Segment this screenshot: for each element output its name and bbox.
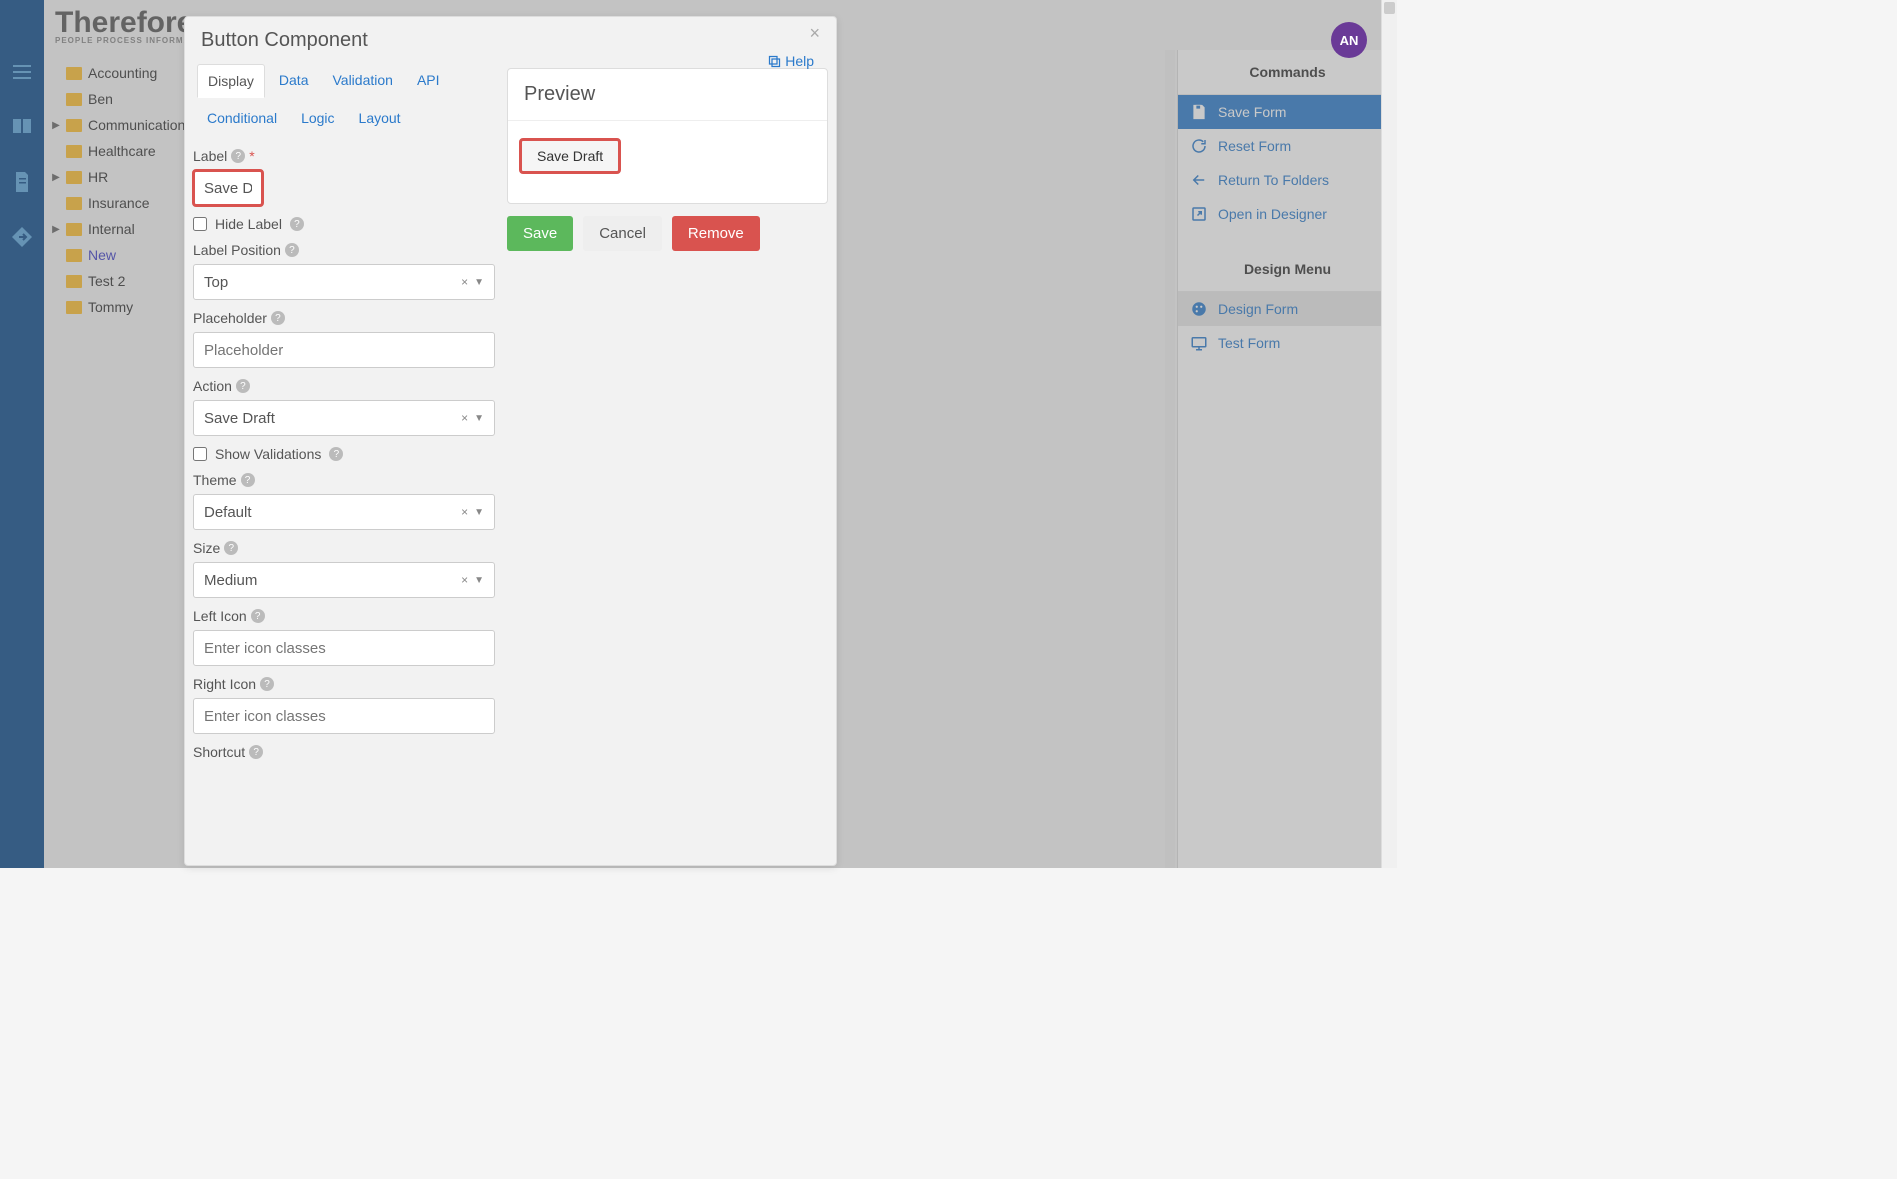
avatar-initials: AN [1340,33,1359,48]
select-value: Top [204,274,228,291]
help-icon[interactable]: ? [231,149,245,163]
hide-label-input[interactable] [193,217,207,231]
tab-data[interactable]: Data [269,64,319,98]
modal-header: Button Component × [185,17,836,60]
help-icon[interactable]: ? [271,311,285,325]
help-icon[interactable]: ? [236,379,250,393]
right-icon-label: Right Icon [193,676,256,692]
preview-title: Preview [508,69,827,121]
clear-icon[interactable]: × [461,411,468,425]
chevron-down-icon[interactable]: ▼ [474,413,484,424]
select-value: Default [204,504,252,521]
tab-conditional[interactable]: Conditional [197,102,287,134]
help-icon [767,54,782,69]
preview-panel: Preview Save Draft [507,68,828,204]
action-label: Action [193,378,232,394]
close-icon[interactable]: × [809,23,820,44]
chevron-down-icon[interactable]: ▼ [474,277,484,288]
help-link[interactable]: Help [767,53,814,69]
tab-validation[interactable]: Validation [322,64,402,98]
select-value: Save Draft [204,410,275,427]
tab-display[interactable]: Display [197,64,265,98]
chevron-down-icon[interactable]: ▼ [474,507,484,518]
tab-logic[interactable]: Logic [291,102,344,134]
scrollbar-thumb[interactable] [1384,2,1395,14]
tab-layout[interactable]: Layout [349,102,411,134]
help-icon[interactable]: ? [251,609,265,623]
help-icon[interactable]: ? [285,243,299,257]
label-input[interactable] [193,170,263,206]
left-icon-label: Left Icon [193,608,247,624]
placeholder-input[interactable] [193,332,495,368]
label-field-label: Label [193,148,227,164]
cancel-button[interactable]: Cancel [583,216,662,251]
tab-api[interactable]: API [407,64,450,98]
help-icon[interactable]: ? [241,473,255,487]
modal-title: Button Component [201,29,368,52]
avatar[interactable]: AN [1331,22,1367,58]
button-component-modal: Button Component × Help Display Data Val… [184,16,837,866]
action-select[interactable]: Save Draft × ▼ [193,400,495,436]
clear-icon[interactable]: × [461,275,468,289]
label-position-select[interactable]: Top × ▼ [193,264,495,300]
show-validations-label: Show Validations [215,446,321,462]
hide-label-label: Hide Label [215,216,282,232]
help-icon[interactable]: ? [249,745,263,759]
select-value: Medium [204,572,257,589]
preview-button[interactable]: Save Draft [520,139,620,173]
right-icon-input[interactable] [193,698,495,734]
size-select[interactable]: Medium × ▼ [193,562,495,598]
help-icon[interactable]: ? [329,447,343,461]
help-icon[interactable]: ? [224,541,238,555]
save-button[interactable]: Save [507,216,573,251]
size-label: Size [193,540,220,556]
placeholder-label: Placeholder [193,310,267,326]
page-scrollbar[interactable] [1381,0,1397,868]
theme-label: Theme [193,472,237,488]
show-validations-input[interactable] [193,447,207,461]
help-icon[interactable]: ? [290,217,304,231]
clear-icon[interactable]: × [461,573,468,587]
theme-select[interactable]: Default × ▼ [193,494,495,530]
clear-icon[interactable]: × [461,505,468,519]
left-icon-input[interactable] [193,630,495,666]
modal-actions: Save Cancel Remove [507,216,828,251]
modal-right-column: Preview Save Draft Save Cancel Remove [503,60,836,865]
help-icon[interactable]: ? [260,677,274,691]
show-validations-checkbox[interactable]: Show Validations ? [193,446,495,462]
chevron-down-icon[interactable]: ▼ [474,575,484,586]
shortcut-label: Shortcut [193,744,245,760]
label-position-label: Label Position [193,242,281,258]
help-label: Help [785,53,814,69]
modal-left-column: Display Data Validation API Conditional … [185,60,503,865]
remove-button[interactable]: Remove [672,216,760,251]
modal-tabs: Display Data Validation API Conditional … [193,60,495,138]
hide-label-checkbox[interactable]: Hide Label ? [193,216,495,232]
